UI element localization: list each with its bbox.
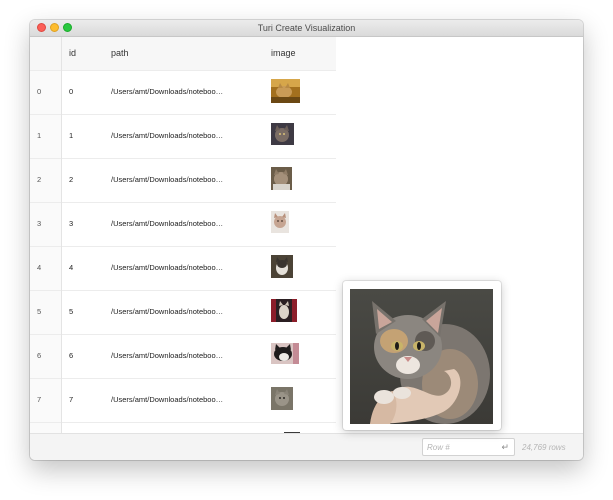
- row-index: 5: [37, 307, 42, 316]
- path-cell: /Users/amt/Downloads/noteboo…: [111, 351, 224, 360]
- table-header: id path image: [30, 37, 336, 70]
- path-cell: /Users/amt/Downloads/noteboo…: [111, 307, 224, 316]
- row-index-cell: [30, 159, 61, 202]
- row-index: 4: [37, 263, 42, 272]
- path-cell: /Users/amt/Downloads/noteboo…: [111, 395, 224, 404]
- path-cell: /Users/amt/Downloads/noteboo…: [111, 219, 224, 228]
- image-thumbnail[interactable]: [271, 211, 289, 233]
- path-cell: /Users/amt/Downloads/noteboo…: [111, 263, 224, 272]
- row-index-cell: [30, 247, 61, 290]
- image-thumbnail[interactable]: [271, 79, 300, 103]
- column-divider: [61, 37, 62, 433]
- row-index: 6: [37, 351, 42, 360]
- id-cell: 7: [69, 395, 74, 404]
- column-header-path[interactable]: path: [111, 37, 129, 70]
- id-cell: 5: [69, 307, 74, 316]
- row-number-field[interactable]: ↵: [422, 438, 515, 456]
- row-count: 24,769 rows: [522, 443, 566, 452]
- table-row[interactable]: 3 3 /Users/amt/Downloads/noteboo…: [30, 202, 336, 246]
- image-thumbnail[interactable]: [271, 255, 293, 278]
- row-index-cell: [30, 335, 61, 378]
- id-cell: 2: [69, 175, 74, 184]
- row-index: 2: [37, 175, 42, 184]
- image-thumbnail[interactable]: [271, 123, 294, 145]
- image-thumbnail[interactable]: [271, 299, 297, 322]
- table-row[interactable]: 7 7 /Users/amt/Downloads/noteboo…: [30, 378, 336, 422]
- id-cell: 1: [69, 131, 74, 140]
- row-index-cell: [30, 115, 61, 158]
- row-number-input[interactable]: [427, 441, 495, 453]
- table-row[interactable]: 4 4 /Users/amt/Downloads/noteboo…: [30, 246, 336, 290]
- row-index: 0: [37, 87, 42, 96]
- column-header-id[interactable]: id: [69, 37, 76, 70]
- image-thumbnail[interactable]: [271, 387, 293, 410]
- row-index: 1: [37, 131, 42, 140]
- row-index: 3: [37, 219, 42, 228]
- id-cell: 4: [69, 263, 74, 272]
- window-title: Turi Create Visualization: [257, 23, 356, 33]
- image-preview-popover: [343, 281, 501, 430]
- footer-bar: ↵ 24,769 rows: [30, 433, 583, 460]
- column-header-image[interactable]: image: [271, 37, 296, 70]
- table-row-partial[interactable]: [30, 422, 336, 433]
- data-table[interactable]: id path image 0 0 /Users/amt/Downloads/n…: [30, 37, 336, 433]
- row-index-cell: [30, 291, 61, 334]
- id-cell: 0: [69, 87, 74, 96]
- id-cell: 3: [69, 219, 74, 228]
- row-index: 7: [37, 395, 42, 404]
- row-index-cell: [30, 423, 61, 433]
- id-cell: 6: [69, 351, 74, 360]
- path-cell: /Users/amt/Downloads/noteboo…: [111, 175, 224, 184]
- table-row[interactable]: 6 6 /Users/amt/Downloads/noteboo…: [30, 334, 336, 378]
- table-row[interactable]: 0 0 /Users/amt/Downloads/noteboo…: [30, 70, 336, 114]
- image-preview: [350, 289, 493, 424]
- image-thumbnail[interactable]: [271, 343, 299, 364]
- row-index-cell: [30, 203, 61, 246]
- path-cell: /Users/amt/Downloads/noteboo…: [111, 87, 224, 96]
- image-thumbnail[interactable]: [271, 167, 292, 190]
- row-index-cell: [30, 379, 61, 422]
- table-row[interactable]: 1 1 /Users/amt/Downloads/noteboo…: [30, 114, 336, 158]
- row-index-cell: [30, 71, 61, 114]
- table-row[interactable]: 2 2 /Users/amt/Downloads/noteboo…: [30, 158, 336, 202]
- path-cell: /Users/amt/Downloads/noteboo…: [111, 131, 224, 140]
- enter-icon[interactable]: ↵: [501, 439, 509, 455]
- table-row[interactable]: 5 5 /Users/amt/Downloads/noteboo…: [30, 290, 336, 334]
- title-bar[interactable]: Turi Create Visualization: [30, 20, 583, 37]
